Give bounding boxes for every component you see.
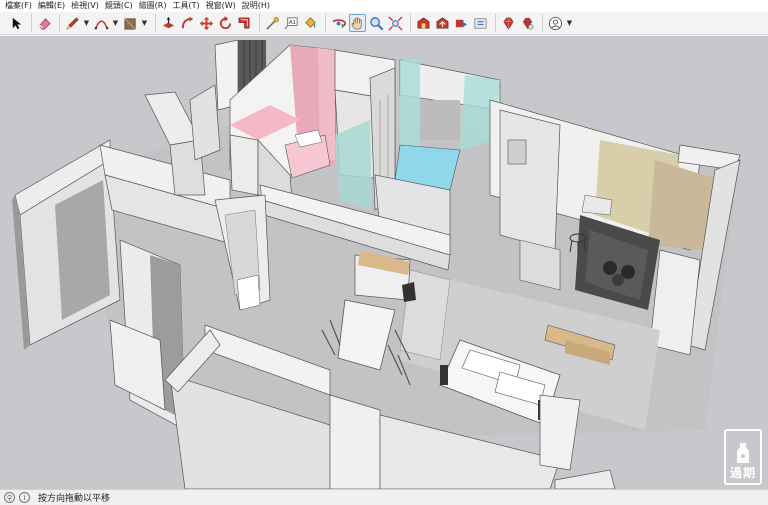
push-pull-tool-button[interactable]	[160, 14, 177, 32]
rectangle-tool-button[interactable]	[122, 14, 139, 32]
toolbar-separator	[259, 14, 260, 32]
3d-warehouse-icon	[417, 17, 430, 28]
rectangle-icon	[124, 17, 136, 29]
line-tool-button[interactable]	[64, 14, 81, 32]
extension-warehouse-button[interactable]	[472, 14, 489, 32]
share-model-icon	[436, 17, 449, 28]
geo-location-icon[interactable]: ⚲	[4, 492, 15, 503]
share-component-button[interactable]	[453, 14, 470, 32]
toolbar-separator	[325, 14, 326, 32]
menu-tools[interactable]: 工具(T)	[170, 0, 203, 12]
eraser-tool-button[interactable]	[36, 14, 53, 32]
toolbar-separator	[410, 14, 411, 32]
account-button[interactable]	[547, 14, 564, 32]
cursor-arrow-icon	[12, 17, 22, 29]
floor-plan-model	[0, 36, 768, 489]
paint-bucket-tool-button[interactable]	[302, 14, 319, 32]
ruby-console-button[interactable]	[500, 14, 517, 32]
orbit-tool-button[interactable]	[330, 14, 347, 32]
ruby-gem-icon	[503, 17, 514, 30]
zoom-tool-button[interactable]	[368, 14, 385, 32]
follow-me-tool-button[interactable]	[179, 14, 196, 32]
menu-view[interactable]: 檢視(V)	[68, 0, 102, 12]
arc-tool-dropdown[interactable]: ▼	[112, 14, 119, 32]
share-model-button[interactable]	[434, 14, 451, 32]
milk-bottle-icon	[737, 443, 749, 463]
menu-bar: 檔案(F) 編輯(E) 檢視(V) 鏡頭(C) 繪圖(R) 工具(T) 視窗(W…	[0, 0, 768, 12]
menu-camera[interactable]: 鏡頭(C)	[102, 0, 136, 12]
extension-warehouse-icon	[474, 18, 487, 28]
tape-measure-icon	[266, 16, 279, 30]
move-tool-button[interactable]	[198, 14, 215, 32]
menu-help[interactable]: 說明(H)	[239, 0, 273, 12]
offset-icon	[238, 17, 250, 28]
account-dropdown[interactable]: ▼	[566, 14, 573, 32]
menu-edit[interactable]: 編輯(E)	[35, 0, 68, 12]
user-avatar-icon	[548, 16, 563, 30]
zoom-extents-tool-button[interactable]	[387, 14, 404, 32]
follow-me-icon	[181, 16, 194, 28]
toolbar-separator	[31, 14, 32, 32]
toolbar-separator	[59, 14, 60, 32]
pan-icon	[351, 17, 362, 29]
arc-icon	[94, 19, 109, 29]
arc-tool-button[interactable]	[93, 14, 110, 32]
model-viewport[interactable]: 過期	[0, 36, 768, 489]
rotate-icon	[219, 15, 232, 29]
text-label-icon: A1	[284, 17, 298, 29]
rectangle-tool-dropdown[interactable]: ▼	[141, 14, 148, 32]
pan-tool-button[interactable]	[349, 14, 366, 32]
toolbar: ▼ ▼ ▼ A1 ▼	[0, 12, 768, 35]
watermark-label: 過期	[729, 466, 756, 480]
menu-draw[interactable]: 繪圖(R)	[136, 0, 170, 12]
warehouse-button[interactable]	[415, 14, 432, 32]
toolbar-separator	[495, 14, 496, 32]
menu-window[interactable]: 視窗(W)	[203, 0, 239, 12]
eraser-icon	[39, 17, 51, 29]
pencil-icon	[66, 16, 79, 30]
text-tool-button[interactable]: A1	[283, 14, 300, 32]
toolbar-separator	[155, 14, 156, 32]
svg-text:A1: A1	[289, 19, 297, 25]
offset-tool-button[interactable]	[236, 14, 253, 32]
status-message: 按方向拖動以平移	[38, 494, 111, 504]
tape-measure-tool-button[interactable]	[264, 14, 281, 32]
move-icon	[199, 16, 214, 30]
zoom-extents-icon	[388, 15, 403, 31]
rotate-tool-button[interactable]	[217, 14, 234, 32]
paint-bucket-icon	[305, 16, 316, 28]
share-component-icon	[455, 19, 468, 27]
status-bar: ⚲ i 按方向拖動以平移	[0, 489, 768, 505]
info-icon[interactable]: i	[19, 492, 30, 503]
push-pull-icon	[162, 16, 175, 28]
select-tool-button[interactable]	[8, 14, 25, 32]
extension-manager-icon	[522, 17, 534, 29]
menu-file[interactable]: 檔案(F)	[2, 0, 35, 12]
out-of-date-watermark: 過期	[724, 429, 762, 485]
zoom-magnifier-icon	[370, 16, 384, 30]
orbit-icon	[332, 18, 346, 28]
toolbar-separator	[542, 14, 543, 32]
line-tool-dropdown[interactable]: ▼	[83, 14, 90, 32]
extension-manager-button[interactable]	[519, 14, 536, 32]
